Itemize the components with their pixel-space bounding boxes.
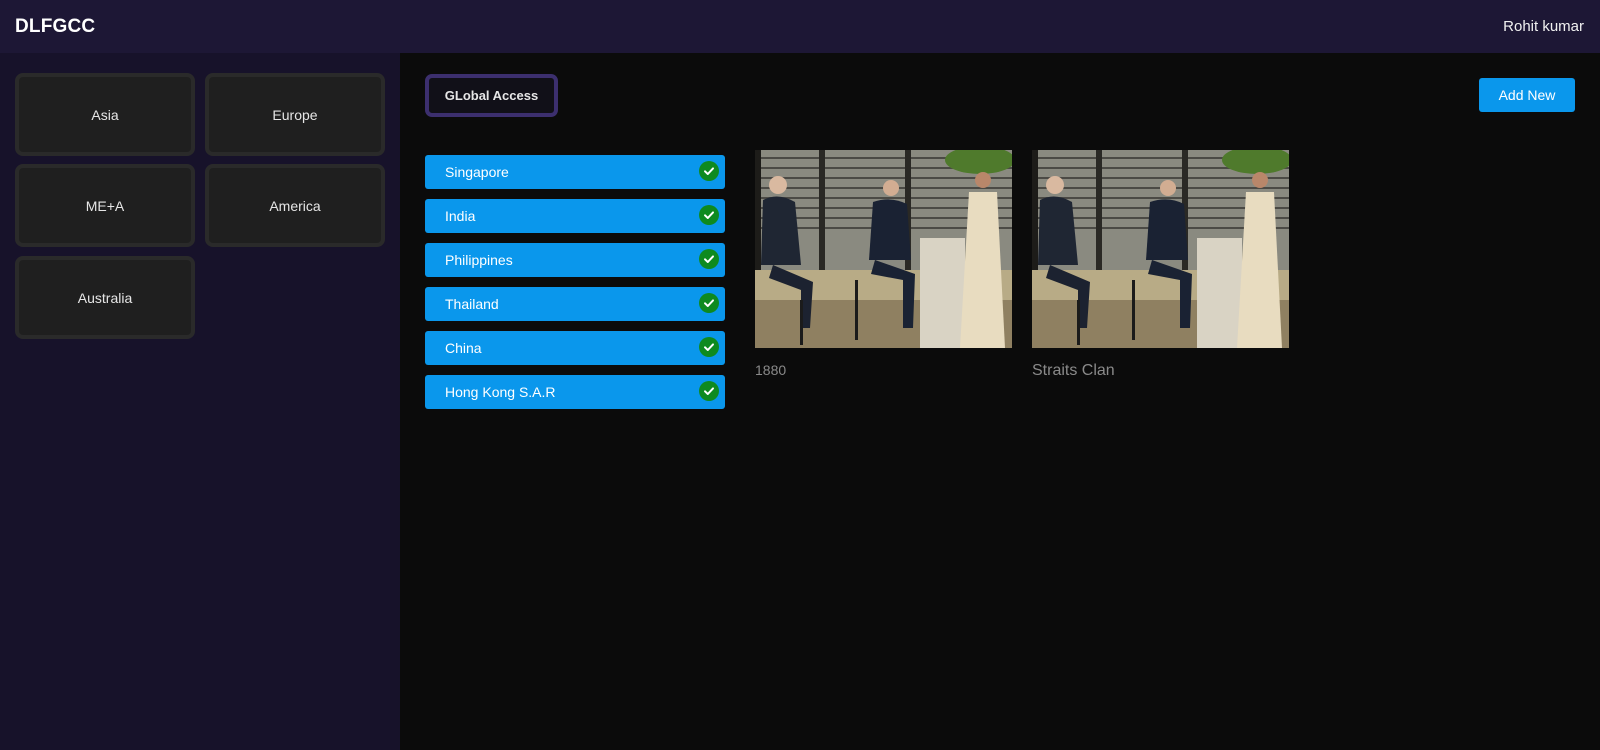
region-tile-asia[interactable]: Asia xyxy=(15,73,195,156)
global-access-button[interactable]: GLobal Access xyxy=(425,74,558,117)
add-new-button[interactable]: Add New xyxy=(1479,78,1575,112)
country-item-china[interactable]: China xyxy=(425,331,725,365)
restaurant-card[interactable]: 1880 xyxy=(755,150,1012,378)
region-tile-europe[interactable]: Europe xyxy=(205,73,385,156)
brand-logo-text[interactable]: DLFGCC xyxy=(15,16,95,38)
user-name[interactable]: Rohit kumar xyxy=(1503,18,1584,35)
check-circle-icon[interactable] xyxy=(699,249,719,269)
event-photo xyxy=(1032,150,1289,348)
region-tile-australia[interactable]: Australia xyxy=(15,256,195,339)
country-label: Singapore xyxy=(445,164,509,180)
restaurant-card[interactable]: Straits Clan xyxy=(1032,150,1289,380)
country-label: Hong Kong S.A.R xyxy=(445,384,556,400)
country-item-hong-kong[interactable]: Hong Kong S.A.R xyxy=(425,375,725,409)
country-label: Philippines xyxy=(445,252,513,268)
region-tile-me-a[interactable]: ME+A xyxy=(15,164,195,247)
check-circle-icon[interactable] xyxy=(699,205,719,225)
event-photo xyxy=(755,150,1012,348)
country-item-india[interactable]: India xyxy=(425,199,725,233)
country-label: India xyxy=(445,208,476,224)
country-item-philippines[interactable]: Philippines xyxy=(425,243,725,277)
card-title: 1880 xyxy=(755,362,787,378)
country-item-singapore[interactable]: Singapore xyxy=(425,155,725,189)
country-item-thailand[interactable]: Thailand xyxy=(425,287,725,321)
country-list: Singapore India Philippines Thailand Chi… xyxy=(425,155,725,419)
check-circle-icon[interactable] xyxy=(699,161,719,181)
country-label: China xyxy=(445,340,482,356)
main-content: GLobal Access Add New Singapore India Ph… xyxy=(400,53,1600,750)
top-navbar: DLFGCC Rohit kumar xyxy=(0,0,1600,53)
region-tile-america[interactable]: America xyxy=(205,164,385,247)
country-label: Thailand xyxy=(445,296,499,312)
check-circle-icon[interactable] xyxy=(699,337,719,357)
card-title: Straits Clan xyxy=(1032,362,1115,379)
check-circle-icon[interactable] xyxy=(699,293,719,313)
check-circle-icon[interactable] xyxy=(699,381,719,401)
region-sidebar: Asia Europe ME+A America Australia xyxy=(0,53,400,750)
